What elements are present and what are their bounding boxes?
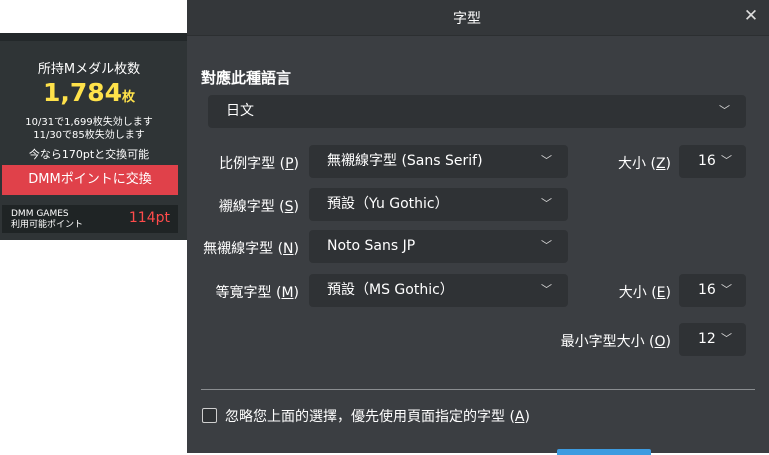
proportional-font-value: 無襯線字型 (Sans Serif) [327,153,483,169]
medal-count-number: 1,784 [42,78,123,107]
chevron-down-icon: ﹀ [541,197,552,210]
proportional-font-select[interactable]: 無襯線字型 (Sans Serif) ﹀ [309,145,568,178]
language-select[interactable]: 日文 ﹀ [208,95,746,128]
override-fonts-checkbox[interactable] [202,408,217,423]
exchange-note: 今なら170ptと交換可能 [28,148,150,161]
ok-button-edge[interactable] [557,449,651,455]
proportional-size-value: 16 [698,153,716,169]
monospace-size-value: 16 [698,282,716,298]
language-value: 日文 [226,103,254,119]
monospace-size-select[interactable]: 16 ﹀ [679,274,746,307]
min-size-value: 12 [698,331,716,347]
points-label-line2: 利用可能ポイント [11,220,84,230]
proportional-size-select[interactable]: 16 ﹀ [679,145,746,178]
chevron-down-icon: ﹀ [541,239,552,252]
points-label: DMM GAMES 利用可能ポイント [11,209,83,231]
monospace-font-value: 預設（MS Gothic） [327,282,454,298]
min-size-select[interactable]: 12 ﹀ [679,323,746,356]
serif-font-select[interactable]: 預設（Yu Gothic） ﹀ [309,188,568,221]
proportional-label: 比例字型 (P) [219,156,299,172]
font-dialog: 字型 ✕ 對應此種語言 日文 ﹀ 比例字型 (P) 無襯線字型 (Sans Se… [187,0,769,455]
language-heading: 對應此種語言 [201,69,292,87]
override-fonts-label[interactable]: 忽略您上面的選擇，優先使用頁面指定的字型 (A) [225,406,530,426]
points-label-line1: DMM GAMES [11,209,69,219]
min-size-label: 最小字型大小 (O) [560,334,671,350]
points-value: 114pt [128,210,170,226]
medal-count-unit: 枚 [122,90,136,105]
chevron-down-icon: ﹀ [721,332,732,345]
monospace-font-select[interactable]: 預設（MS Gothic） ﹀ [309,274,568,307]
medal-count: 1,784枚 [0,78,178,107]
close-icon[interactable]: ✕ [739,4,763,28]
sans-serif-font-value: Noto Sans JP [327,238,416,254]
chevron-down-icon: ﹀ [721,154,732,167]
chevron-down-icon: ﹀ [719,104,730,117]
sans-serif-label: 無襯線字型 (N) [203,241,299,257]
expiry-line-2: 11/30で85枚失効します [33,130,145,141]
monospace-size-label: 大小 (E) [618,285,671,301]
chevron-down-icon: ﹀ [541,283,552,296]
serif-font-value: 預設（Yu Gothic） [327,196,449,212]
monospace-label: 等寬字型 (M) [215,285,299,301]
dialog-header: 字型 ✕ [187,0,769,36]
available-points-box: DMM GAMES 利用可能ポイント 114pt [2,205,178,233]
divider [201,389,755,390]
serif-label: 襯線字型 (S) [218,199,299,215]
dialog-title: 字型 [453,11,481,27]
chevron-down-icon: ﹀ [541,154,552,167]
exchange-dmm-points-button[interactable]: DMMポイントに交換 [2,165,178,195]
medal-title: 所持Mメダル枚数 [37,62,141,77]
sans-serif-font-select[interactable]: Noto Sans JP ﹀ [309,230,568,263]
chevron-down-icon: ﹀ [721,283,732,296]
size-label: 大小 (Z) [618,156,671,172]
panel-topbar [0,33,192,41]
